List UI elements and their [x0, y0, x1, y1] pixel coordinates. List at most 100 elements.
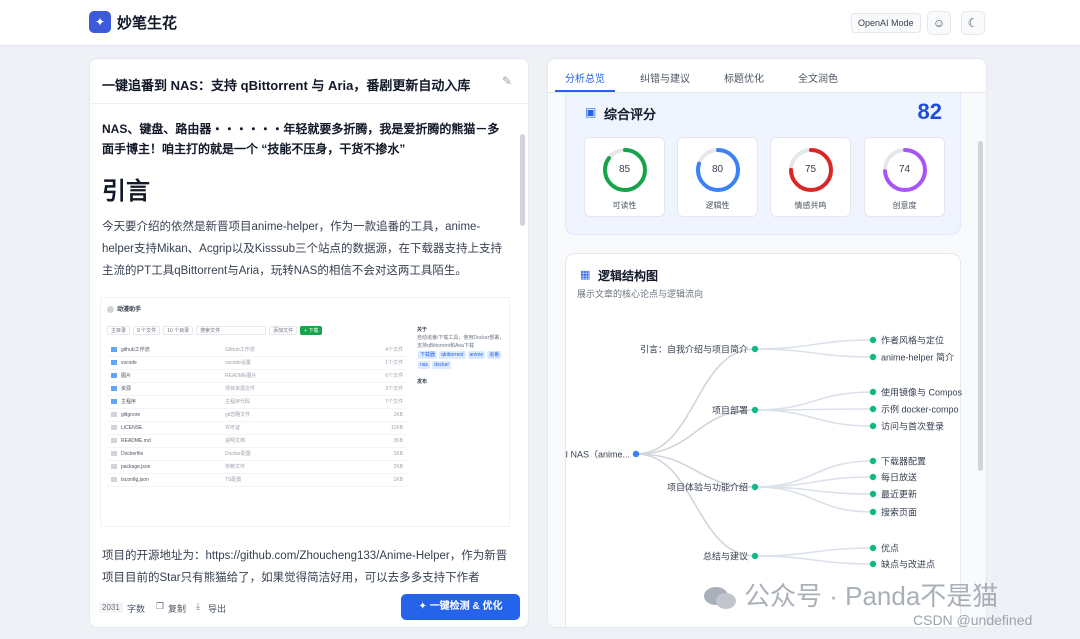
- editor-footer: 2031 字数 ❐ 复制 ⤓ 导出 ✦ 一键检测 & 优化: [90, 589, 528, 627]
- document-body[interactable]: NAS、键盘、路由器・・・・・・年轻就要多折腾，我是爱折腾的熊猫－多面手博主！咱…: [102, 119, 510, 282]
- embed-file-desc: README图片: [225, 373, 257, 379]
- leaf-node-label: 每日放送: [881, 471, 917, 482]
- tab-title-optimize[interactable]: 标题优化: [724, 70, 764, 85]
- metric-value: 80: [711, 164, 724, 175]
- connector-line: [754, 409, 874, 427]
- embed-file-name: package.json: [121, 464, 151, 470]
- embed-file-row: 主程序 主程序代码 7个文件: [107, 396, 407, 409]
- embed-file-name: tsconfig.json: [121, 477, 149, 483]
- file-icon: [111, 477, 117, 483]
- copy-button[interactable]: 复制: [168, 602, 186, 615]
- watermark: 公众号 · Panda不是猫: [702, 576, 998, 613]
- connector-line: [635, 409, 756, 455]
- embed-file-row: README.md 说明文档 3KB: [107, 435, 407, 448]
- connector-line: [754, 391, 874, 411]
- analyze-optimize-button[interactable]: ✦ 一键检测 & 优化: [401, 594, 520, 620]
- export-button[interactable]: 导出: [208, 602, 226, 615]
- leaf-node-label: 搜索页面: [881, 506, 917, 517]
- embed-file-size: 11KB: [391, 425, 403, 431]
- embed-file-desc: 依赖文件: [225, 464, 246, 470]
- analysis-content[interactable]: ▣ 综合评分 82 85 可读性 80 逻辑性 75 情感共鸣 74 创意度 ▦ 逻辑结构图 …: [548, 93, 986, 628]
- copy-icon[interactable]: ❐: [156, 601, 164, 612]
- connector-line: [635, 453, 756, 557]
- leaf-node-label: 访问与首次登录: [881, 420, 944, 431]
- editor-panel: 一键追番到 NAS：支持 qBittorrent 与 Aria，番剧更新自动入库…: [89, 58, 529, 628]
- embed-file-name: vscode: [121, 360, 137, 366]
- logic-structure-card: ▦ 逻辑结构图 展示文章的核心论点与逻辑流向 I NAS（anime... 引言：…: [565, 253, 962, 628]
- metric-label: 创意度: [892, 201, 917, 210]
- scrollbar[interactable]: [520, 134, 525, 226]
- connector-line: [754, 339, 874, 350]
- leaf-node-dot: [869, 353, 877, 361]
- folder-icon: [111, 386, 117, 392]
- connector-line: [754, 348, 874, 358]
- total-score: 82: [917, 99, 942, 124]
- document-title: 一键追番到 NAS：支持 qBittorrent 与 Aria，番剧更新自动入库: [102, 78, 471, 93]
- embed-tag: docker: [432, 361, 452, 369]
- leaf-node-dot: [869, 544, 877, 552]
- leaf-node-label: 使用镜像与 Compos: [881, 386, 962, 397]
- robot-icon[interactable]: ☺: [927, 11, 951, 35]
- embed-file-row: tsconfig.json TS配置 1KB: [107, 474, 407, 487]
- metric-label: 逻辑性: [705, 201, 730, 210]
- embed-file-row: vscode vscode设置 1个文件: [107, 357, 407, 370]
- embedded-screenshot: 动漫助手 主目录 9 个文件 10 个目录 搜索文件 添加文件 + 下载 github工作…: [100, 297, 510, 527]
- leaf-node-label: 最近更新: [881, 488, 917, 499]
- embed-file-list: github工作流 Github工作流 4个文件 vscode vscode设置 1个文件…: [107, 344, 407, 487]
- branch-node-label: 引言：自我介绍与项目简介: [640, 343, 748, 354]
- intro-paragraph: NAS、键盘、路由器・・・・・・年轻就要多折腾，我是爱折腾的熊猫－多面手博主！咱…: [102, 122, 500, 156]
- embed-file-name: Dockerfile: [121, 451, 144, 457]
- embed-file-name: github工作流: [121, 347, 150, 353]
- word-count: 2031: [99, 602, 123, 613]
- scrollbar[interactable]: [978, 141, 983, 471]
- file-icon: [111, 438, 117, 444]
- folder-icon: [111, 347, 117, 353]
- file-icon: [111, 412, 117, 418]
- app-title: 妙笔生花: [117, 15, 178, 32]
- embed-file-row: LICENSE 许可证 11KB: [107, 422, 407, 435]
- embed-file-name: 主程序: [121, 399, 137, 405]
- word-count-label: 字数: [127, 604, 146, 614]
- embed-file-name: gitignore: [121, 412, 141, 418]
- embed-file-size: 3KB: [393, 438, 403, 444]
- embed-file-row: package.json 依赖文件 2KB: [107, 461, 407, 474]
- branch-node-label: 项目部署: [712, 404, 748, 415]
- metric-card: 75 情感共鸣: [770, 137, 851, 217]
- embed-file-desc: TS配置: [225, 477, 242, 483]
- leaf-node-label: 示例 docker-compo: [881, 403, 959, 414]
- tab-polish[interactable]: 全文润色: [798, 70, 838, 85]
- embed-toolbar: 主目录 9 个文件 10 个目录 搜索文件 添加文件 + 下载: [107, 326, 407, 338]
- app-header: ✦ 妙笔生花 OpenAI Mode ☺ ☾: [0, 0, 1080, 46]
- leaf-node-dot: [869, 473, 877, 481]
- mode-badge[interactable]: OpenAI Mode: [851, 13, 921, 33]
- embed-file-name: 图片: [121, 373, 132, 379]
- edit-icon[interactable]: ✎: [502, 74, 512, 88]
- branch-node-dot: [751, 552, 759, 560]
- leaf-node-dot: [869, 508, 877, 516]
- metric-value: 85: [618, 164, 631, 175]
- embed-file-row: gitignore git忽略文件 1KB: [107, 409, 407, 422]
- embed-tag: nas: [418, 361, 431, 369]
- leaf-node-dot: [869, 336, 877, 344]
- connector-line: [754, 460, 874, 488]
- embed-file-name: README.md: [121, 438, 151, 444]
- tab-corrections[interactable]: 纠错与建议: [640, 70, 690, 85]
- tab-overview[interactable]: 分析总览: [565, 70, 605, 85]
- branch-node-dot: [751, 406, 759, 414]
- embed-file-size: 3个文件: [385, 386, 403, 392]
- embed-file-name: 资源: [121, 386, 132, 392]
- leaf-node-dot: [869, 560, 877, 568]
- leaf-node-label: 下载器配置: [881, 455, 926, 466]
- embed-app-name: 动漫助手: [107, 304, 141, 313]
- embed-file-desc: 许可证: [225, 425, 241, 431]
- leaf-node-dot: [869, 388, 877, 396]
- embed-file-name: LICENSE: [121, 425, 143, 431]
- section-heading: 引言: [102, 178, 150, 205]
- embed-sidebar: 关于 自动追番/下载工具，使用Docker部署，支持qBittorrent和Ar…: [417, 327, 505, 385]
- embed-file-row: 图片 README图片 6个文件: [107, 370, 407, 383]
- mind-map[interactable]: I NAS（anime... 引言：自我介绍与项目简介 作者风格与定位 anime-h…: [566, 254, 962, 628]
- embed-file-size: 1个文件: [385, 360, 403, 366]
- download-icon[interactable]: ⤓: [196, 601, 200, 612]
- moon-icon[interactable]: ☾: [961, 11, 985, 35]
- leaf-node-dot: [869, 457, 877, 465]
